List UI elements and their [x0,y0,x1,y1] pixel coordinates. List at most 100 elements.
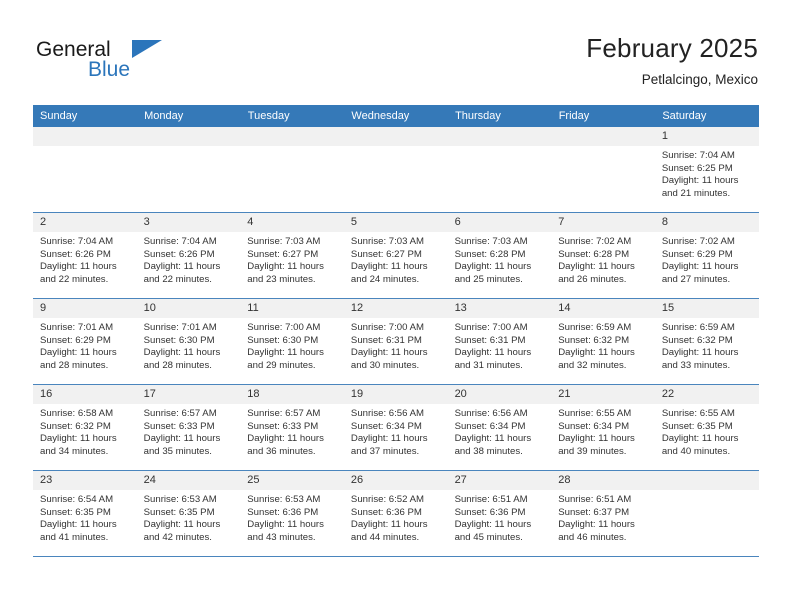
cell-inner: 19 Sunrise: 6:56 AM Sunset: 6:34 PM Dayligh… [343,385,448,470]
calendar-cell-day-15[interactable]: 15 Sunrise: 6:59 AM Sunset: 6:32 PM Dayligh… [654,298,759,385]
calendar-cell-day-13[interactable]: 13 Sunrise: 7:00 AM Sunset: 6:31 PM Dayligh… [447,298,552,385]
calendar-cell-day-8[interactable]: 8 Sunrise: 7:02 AM Sunset: 6:29 PM Daylight… [654,212,759,299]
day-details: Sunrise: 6:55 AM Sunset: 6:34 PM Daylight:… [551,404,655,458]
weekday-header-sunday: Sunday [33,105,138,127]
cell-inner [240,127,344,212]
calendar-cell-day-26[interactable]: 26 Sunrise: 6:52 AM Sunset: 6:36 PM Dayligh… [343,470,448,557]
general-blue-logo[interactable]: General Blue [36,38,236,86]
calendar-week-row: 2 Sunrise: 7:04 AM Sunset: 6:26 PM Daylight… [33,212,759,299]
sunset-text: Sunset: 6:30 PM [143,334,215,346]
day-details: Sunrise: 6:59 AM Sunset: 6:32 PM Daylight:… [551,318,655,372]
cell-inner [551,127,655,212]
calendar-cell-empty [136,127,241,213]
sunset-text: Sunset: 6:36 PM [247,506,319,518]
daylight-text: Daylight: 11 hours and 27 minutes. [661,261,739,285]
cell-inner: 26 Sunrise: 6:52 AM Sunset: 6:36 PM Dayligh… [343,471,448,556]
calendar-cell-empty [447,127,552,213]
day-details: Sunrise: 7:00 AM Sunset: 6:31 PM Daylight:… [344,318,448,372]
daylight-text: Daylight: 11 hours and 46 minutes. [558,519,635,543]
calendar-cell-day-25[interactable]: 25 Sunrise: 6:53 AM Sunset: 6:36 PM Dayligh… [240,470,344,557]
calendar-cell-day-22[interactable]: 22 Sunrise: 6:55 AM Sunset: 6:35 PM Dayligh… [654,384,759,471]
sunset-text: Sunset: 6:27 PM [350,248,422,260]
day-details [137,146,241,150]
day-details: Sunrise: 6:59 AM Sunset: 6:32 PM Daylight:… [655,318,759,372]
calendar-cell-day-18[interactable]: 18 Sunrise: 6:57 AM Sunset: 6:33 PM Dayligh… [240,384,344,471]
sunrise-text: Sunrise: 7:04 AM [40,236,114,247]
sunrise-text: Sunrise: 6:53 AM [247,494,321,505]
day-details: Sunrise: 7:02 AM Sunset: 6:29 PM Daylight:… [655,232,759,286]
sunset-text: Sunset: 6:36 PM [454,506,526,518]
day-details: Sunrise: 6:51 AM Sunset: 6:36 PM Daylight:… [448,490,552,544]
calendar-header-row: Sunday Monday Tuesday Wednesday Thursday Frid… [33,105,759,127]
day-number: 15 [654,299,759,318]
calendar-cell-day-10[interactable]: 10 Sunrise: 7:01 AM Sunset: 6:30 PM Dayligh… [136,298,241,385]
day-details: Sunrise: 7:00 AM Sunset: 6:31 PM Daylight:… [448,318,552,372]
cell-inner [447,127,552,212]
sunset-text: Sunset: 6:30 PM [247,334,319,346]
daylight-text: Daylight: 11 hours and 22 minutes. [40,261,117,285]
calendar-cell-day-17[interactable]: 17 Sunrise: 6:57 AM Sunset: 6:33 PM Dayligh… [136,384,241,471]
page-header: General Blue February 2025 Petlalcingo, … [0,0,792,104]
sunset-text: Sunset: 6:33 PM [247,420,319,432]
calendar-cell-day-23[interactable]: 23 Sunrise: 6:54 AM Sunset: 6:35 PM Dayligh… [33,470,137,557]
day-number: 3 [136,213,241,232]
cell-inner: 22 Sunrise: 6:55 AM Sunset: 6:35 PM Dayligh… [654,385,759,470]
calendar-cell-day-1[interactable]: 1 Sunrise: 7:04 AM Sunset: 6:25 PM Daylight… [654,127,759,213]
calendar-cell-day-5[interactable]: 5 Sunrise: 7:03 AM Sunset: 6:27 PM Daylight… [343,212,448,299]
sunset-text: Sunset: 6:34 PM [558,420,630,432]
sunset-text: Sunset: 6:32 PM [661,334,733,346]
cell-inner: 4 Sunrise: 7:03 AM Sunset: 6:27 PM Daylight… [240,213,344,298]
calendar-cell-day-19[interactable]: 19 Sunrise: 6:56 AM Sunset: 6:34 PM Dayligh… [343,384,448,471]
day-number: 13 [447,299,552,318]
day-details: Sunrise: 7:03 AM Sunset: 6:27 PM Daylight:… [240,232,344,286]
calendar-week-row: 23 Sunrise: 6:54 AM Sunset: 6:35 PM Dayligh… [33,470,759,557]
sunrise-text: Sunrise: 6:55 AM [558,408,632,419]
sunset-text: Sunset: 6:35 PM [40,506,111,518]
calendar-cell-day-12[interactable]: 12 Sunrise: 7:00 AM Sunset: 6:31 PM Dayligh… [343,298,448,385]
calendar-cell-day-7[interactable]: 7 Sunrise: 7:02 AM Sunset: 6:28 PM Daylight… [551,212,655,299]
daylight-text: Daylight: 11 hours and 31 minutes. [454,347,532,371]
sunrise-text: Sunrise: 7:03 AM [350,236,424,247]
calendar-cell-day-16[interactable]: 16 Sunrise: 6:58 AM Sunset: 6:32 PM Dayligh… [33,384,137,471]
cell-inner: 12 Sunrise: 7:00 AM Sunset: 6:31 PM Dayligh… [343,299,448,384]
calendar-cell-day-4[interactable]: 4 Sunrise: 7:03 AM Sunset: 6:27 PM Daylight… [240,212,344,299]
calendar-cell-day-14[interactable]: 14 Sunrise: 6:59 AM Sunset: 6:32 PM Dayligh… [551,298,655,385]
cell-inner: 9 Sunrise: 7:01 AM Sunset: 6:29 PM Daylight… [33,299,137,384]
cell-inner [136,127,241,212]
cell-inner: 10 Sunrise: 7:01 AM Sunset: 6:30 PM Dayligh… [136,299,241,384]
calendar-cell-day-27[interactable]: 27 Sunrise: 6:51 AM Sunset: 6:36 PM Dayligh… [447,470,552,557]
cell-inner: 17 Sunrise: 6:57 AM Sunset: 6:33 PM Dayligh… [136,385,241,470]
daylight-text: Daylight: 11 hours and 43 minutes. [247,519,324,543]
calendar-cell-day-6[interactable]: 6 Sunrise: 7:03 AM Sunset: 6:28 PM Daylight… [447,212,552,299]
day-number: 1 [654,127,759,146]
day-number: 9 [33,299,137,318]
cell-inner: 25 Sunrise: 6:53 AM Sunset: 6:36 PM Dayligh… [240,471,344,556]
day-number: 6 [447,213,552,232]
cell-inner: 16 Sunrise: 6:58 AM Sunset: 6:32 PM Dayligh… [33,385,137,470]
calendar-cell-day-21[interactable]: 21 Sunrise: 6:55 AM Sunset: 6:34 PM Dayligh… [551,384,655,471]
calendar-cell-day-2[interactable]: 2 Sunrise: 7:04 AM Sunset: 6:26 PM Daylight… [33,212,137,299]
sunset-text: Sunset: 6:34 PM [454,420,526,432]
weekday-header-thursday: Thursday [447,105,552,127]
daylight-text: Daylight: 11 hours and 42 minutes. [143,519,221,543]
sunrise-text: Sunrise: 7:00 AM [247,322,321,333]
logo-flag-icon [132,40,162,58]
sunset-text: Sunset: 6:32 PM [40,420,111,432]
daylight-text: Daylight: 11 hours and 29 minutes. [247,347,324,371]
calendar-cell-day-9[interactable]: 9 Sunrise: 7:01 AM Sunset: 6:29 PM Daylight… [33,298,137,385]
calendar-cell-day-3[interactable]: 3 Sunrise: 7:04 AM Sunset: 6:26 PM Daylight… [136,212,241,299]
cell-inner: 1 Sunrise: 7:04 AM Sunset: 6:25 PM Daylight… [654,127,759,212]
daylight-text: Daylight: 11 hours and 22 minutes. [143,261,221,285]
day-details: Sunrise: 6:56 AM Sunset: 6:34 PM Daylight:… [448,404,552,458]
calendar-cell-day-20[interactable]: 20 Sunrise: 6:56 AM Sunset: 6:34 PM Dayligh… [447,384,552,471]
day-details [33,146,137,150]
calendar-cell-day-24[interactable]: 24 Sunrise: 6:53 AM Sunset: 6:35 PM Dayligh… [136,470,241,557]
cell-inner: 14 Sunrise: 6:59 AM Sunset: 6:32 PM Dayligh… [551,299,655,384]
logo-text-blue: Blue [88,58,131,81]
day-number [343,127,448,146]
calendar-cell-day-28[interactable]: 28 Sunrise: 6:51 AM Sunset: 6:37 PM Dayligh… [551,470,655,557]
sunrise-text: Sunrise: 7:00 AM [454,322,528,333]
day-number: 8 [654,213,759,232]
cell-inner: 20 Sunrise: 6:56 AM Sunset: 6:34 PM Dayligh… [447,385,552,470]
calendar-cell-day-11[interactable]: 11 Sunrise: 7:00 AM Sunset: 6:30 PM Dayligh… [240,298,344,385]
